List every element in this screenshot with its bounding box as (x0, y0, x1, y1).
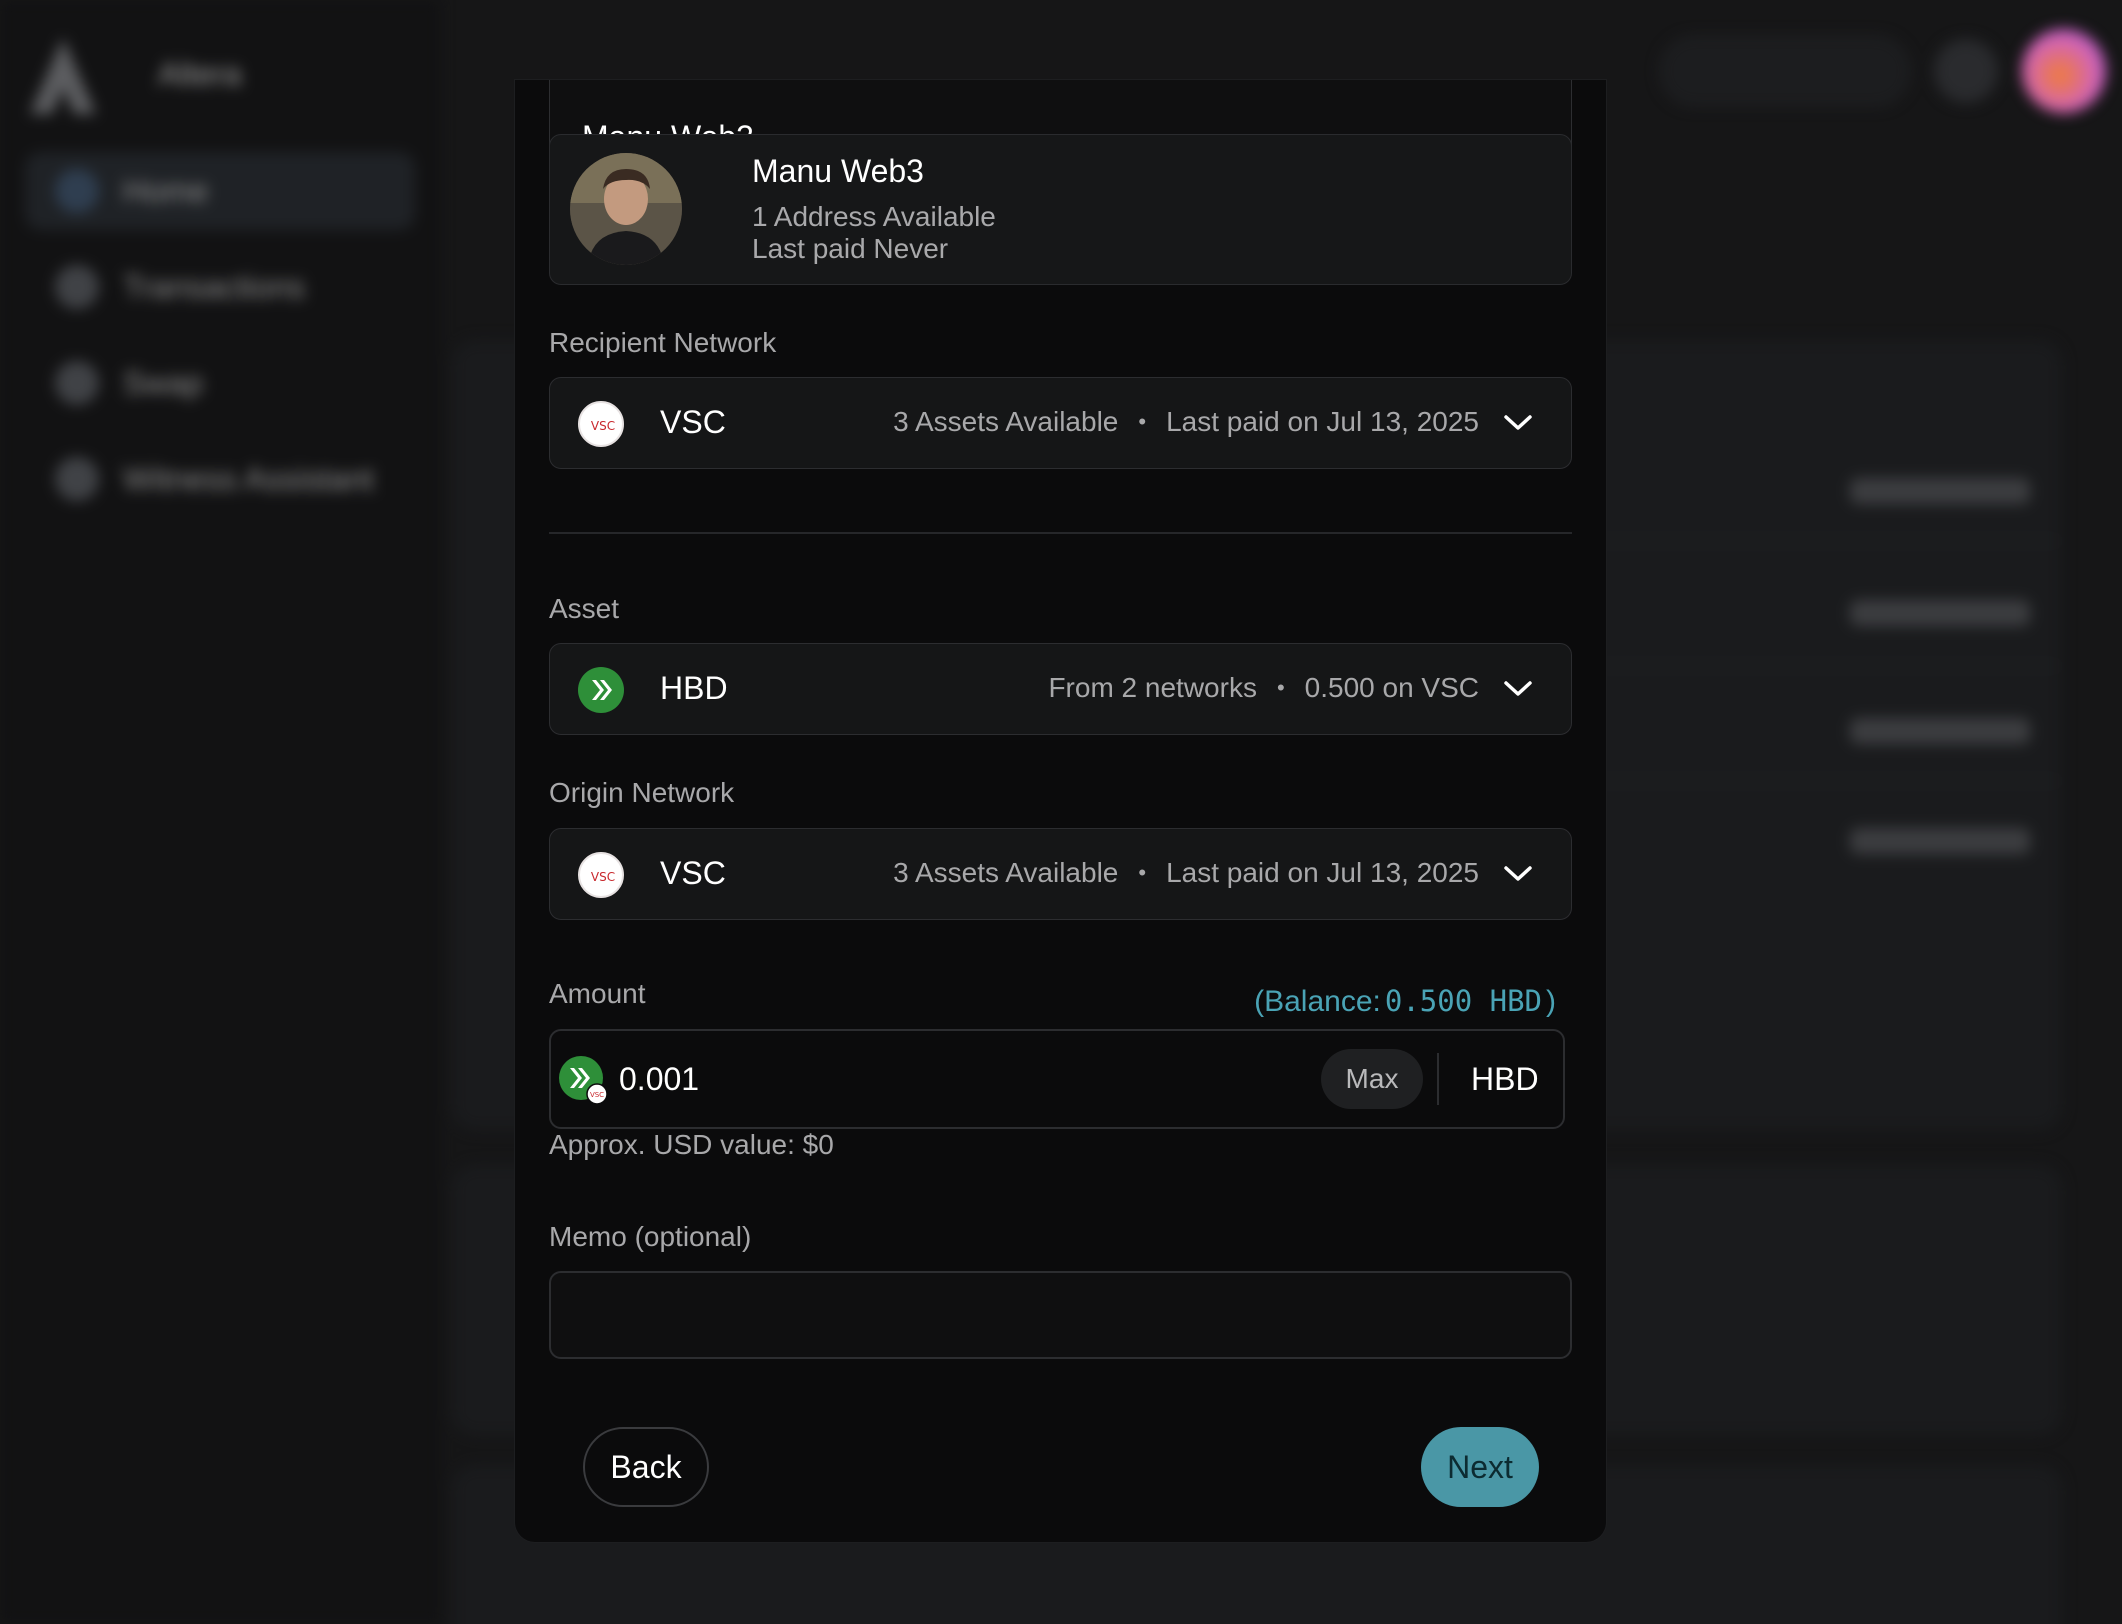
sidebar-item-home[interactable]: Home (25, 152, 415, 230)
bullet-separator: • (1276, 675, 1285, 700)
hbd-vsc-icon: VSC (559, 1056, 607, 1104)
background-divider (1590, 780, 2060, 782)
sidebar: Altera Home Transactions Swap Witness As… (0, 0, 440, 1624)
contact-name: Manu Web3 (752, 153, 924, 189)
svg-text:VSC: VSC (591, 419, 615, 433)
amount-field[interactable]: VSC 0.001 Max HBD (549, 1029, 1565, 1129)
recipient-network-meta: 3 Assets Available • Last paid on Jul 13… (893, 406, 1479, 438)
recipient-network-label: Recipient Network (549, 327, 777, 358)
home-icon (55, 169, 99, 213)
hbd-icon (578, 667, 624, 713)
amount-label: Amount (549, 978, 646, 1009)
approx-usd-value: Approx. USD value: $0 (549, 1129, 834, 1160)
balance-value: 0.500 HBD (1384, 984, 1542, 1018)
contact-addresses: 1 Address Available (752, 201, 996, 232)
vsc-icon: VSC (578, 401, 624, 447)
origin-network-select[interactable]: VSC VSC 3 Assets Available • Last paid o… (549, 828, 1572, 920)
origin-network-label: Origin Network (549, 777, 735, 808)
vsc-icon: VSC (578, 852, 624, 898)
asset-networks: From 2 networks (1048, 672, 1257, 703)
sidebar-item-label: Transactions (123, 268, 305, 305)
amount-separator (1437, 1053, 1439, 1105)
sidebar-item-label: Witness Assistant (123, 460, 374, 497)
svg-text:VSC: VSC (591, 870, 615, 884)
sidebar-item-swap[interactable]: Swap (25, 344, 415, 422)
origin-network-value: VSC (660, 855, 726, 891)
sidebar-item-witness-assistant[interactable]: Witness Assistant (25, 440, 415, 518)
next-button[interactable]: Next (1421, 1427, 1539, 1507)
balance-suffix: ) (1546, 985, 1556, 1018)
sidebar-item-transactions[interactable]: Transactions (25, 248, 415, 326)
origin-network-assets: 3 Assets Available (893, 857, 1119, 888)
brand-name: Altera (158, 56, 242, 92)
contact-last-paid: Last paid Never (752, 233, 949, 264)
recipient-network-last-paid: Last paid on Jul 13, 2025 (1166, 406, 1479, 437)
balance-indicator[interactable]: (Balance: 0.500 HBD ) (1254, 984, 1556, 1019)
memo-label: Memo (optional) (549, 1221, 752, 1252)
back-button[interactable]: Back (583, 1427, 709, 1507)
background-amount (1850, 600, 2030, 626)
recipient-network-select[interactable]: VSC VSC 3 Assets Available • Last paid o… (549, 377, 1572, 469)
asset-meta: From 2 networks • 0.500 on VSC (1048, 672, 1479, 704)
background-amount (1850, 718, 2030, 744)
contact-avatar (570, 153, 682, 265)
contact-card[interactable]: Manu Web3 1 Address Available Last paid … (549, 134, 1572, 285)
balance-prefix: (Balance: (1254, 985, 1381, 1018)
send-modal: Manu Web3 Manu Web3 1 Address Available … (515, 80, 1606, 1542)
section-divider (549, 532, 1572, 534)
amount-unit: HBD (1471, 1061, 1539, 1097)
contact-avatar-image (570, 153, 682, 265)
sidebar-item-label: Swap (123, 364, 204, 401)
max-button[interactable]: Max (1321, 1049, 1423, 1109)
background-amount (1850, 828, 2030, 854)
asset-label: Asset (549, 593, 620, 624)
recipient-network-value: VSC (660, 404, 726, 440)
recipient-network-assets: 3 Assets Available (893, 406, 1119, 437)
asset-balance-on: 0.500 on VSC (1304, 672, 1479, 703)
svg-text:VSC: VSC (590, 1091, 604, 1099)
chevron-down-icon (1504, 681, 1532, 696)
chevron-down-icon (1504, 415, 1532, 430)
bullet-separator: • (1138, 409, 1147, 434)
background-amount (1850, 478, 2030, 504)
transactions-icon (55, 265, 99, 309)
origin-network-meta: 3 Assets Available • Last paid on Jul 13… (893, 857, 1479, 889)
asset-value: HBD (660, 670, 728, 706)
background-divider (1590, 665, 2060, 667)
memo-input[interactable] (549, 1271, 1572, 1359)
avatar[interactable] (2022, 29, 2106, 113)
settings-icon[interactable] (1934, 39, 1998, 103)
witness-icon (55, 457, 99, 501)
altera-logo-icon (30, 38, 96, 114)
origin-network-last-paid: Last paid on Jul 13, 2025 (1166, 857, 1479, 888)
swap-icon (55, 361, 99, 405)
chevron-down-icon (1504, 866, 1532, 881)
asset-select[interactable]: HBD From 2 networks • 0.500 on VSC (549, 643, 1572, 735)
background-divider (1590, 540, 2060, 542)
sidebar-item-label: Home (123, 172, 209, 209)
amount-input[interactable]: 0.001 (619, 1061, 699, 1098)
account-selector[interactable] (1660, 36, 1910, 106)
bullet-separator: • (1138, 860, 1147, 885)
topbar (1660, 26, 2106, 116)
